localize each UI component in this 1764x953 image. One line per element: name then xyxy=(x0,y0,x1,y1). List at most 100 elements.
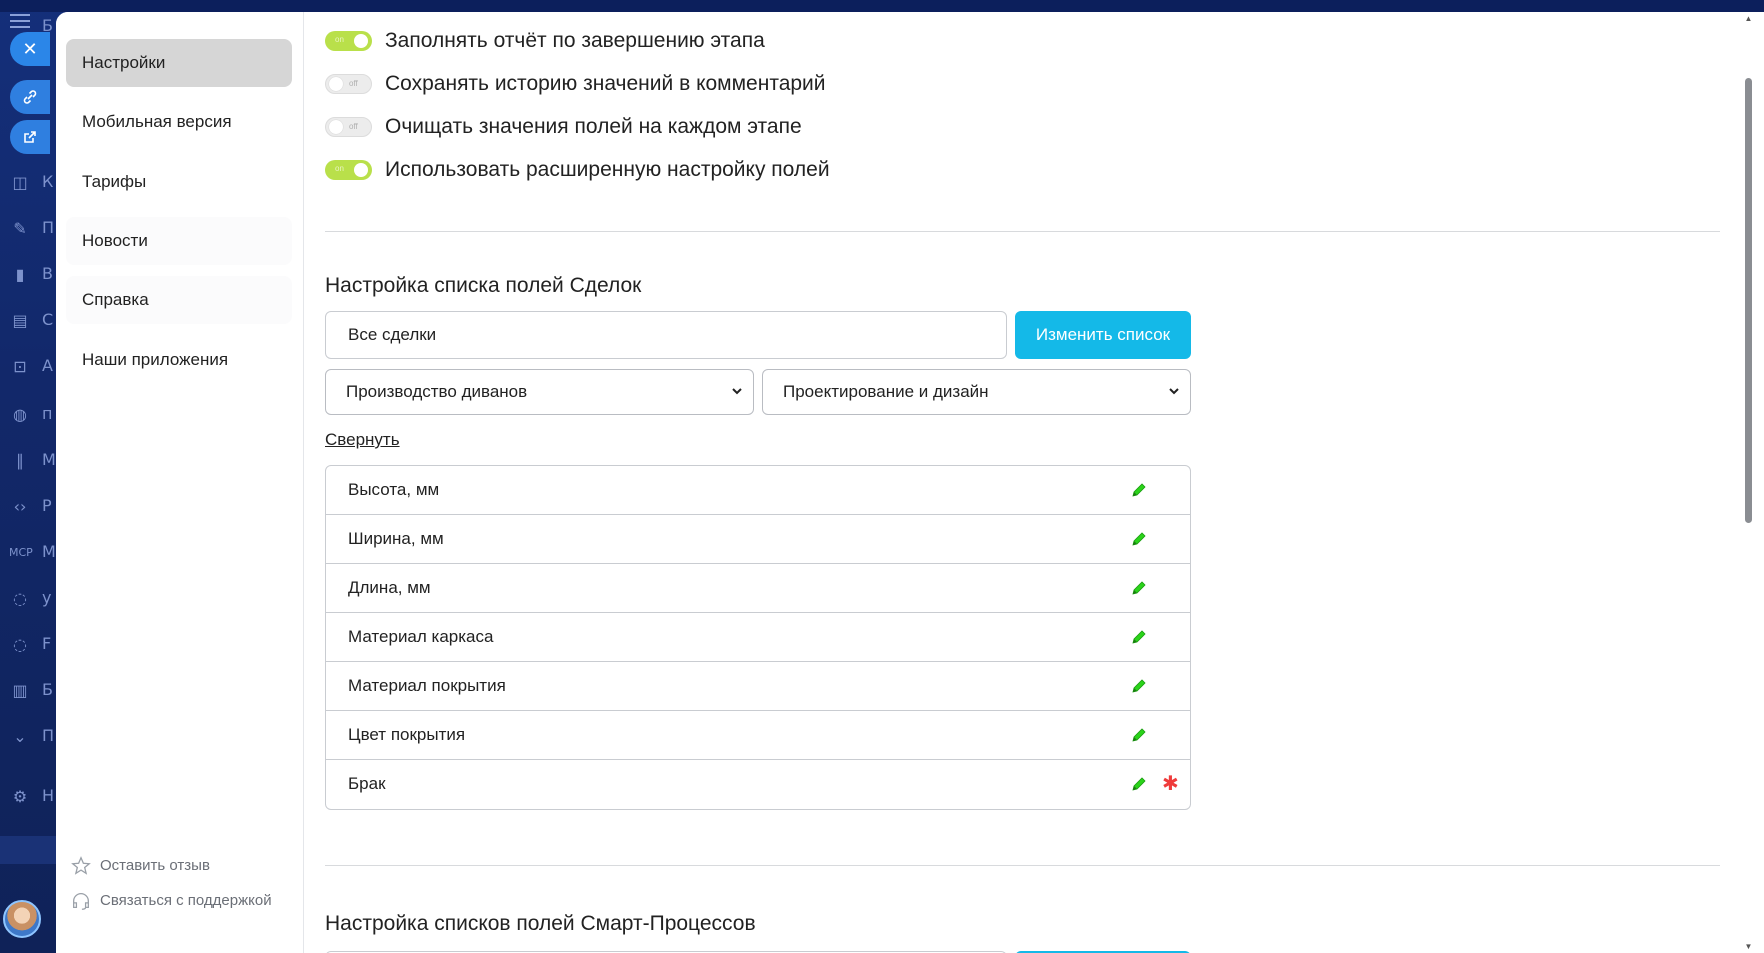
pipeline-select[interactable]: Производство диванов xyxy=(325,369,754,415)
sidebar-item-mobile[interactable]: Мобильная версия xyxy=(66,98,292,146)
pencil-icon[interactable] xyxy=(1130,628,1148,646)
rail-icon-9[interactable]: MCP xyxy=(9,542,33,564)
sidebar-item-tariffs[interactable]: Тарифы xyxy=(66,158,292,206)
divider xyxy=(325,231,1720,232)
table-row: Высота, мм xyxy=(326,466,1190,515)
toggle-row-clear: off Очищать значения полей на каждом эта… xyxy=(325,112,802,142)
chevron-down-icon xyxy=(1169,388,1179,395)
rail-icon-11[interactable]: ◌ xyxy=(9,634,31,656)
toggle-label: Заполнять отчёт по завершению этапа xyxy=(385,29,765,52)
rail-icon-4[interactable]: ▤ xyxy=(9,310,31,332)
rail-icon-1[interactable]: ◫ xyxy=(9,172,31,194)
background-rail-letter: у xyxy=(42,588,52,607)
stage-select-value: Проектирование и дизайн xyxy=(783,382,989,401)
toggle-label: Сохранять историю значений в комментарий xyxy=(385,72,826,95)
background-rail-letter: п xyxy=(42,404,53,423)
background-rail-letter: А xyxy=(42,356,53,375)
support-link[interactable]: Связаться с поддержкой xyxy=(70,889,272,913)
table-row: Брак ✱ xyxy=(326,760,1190,809)
field-name: Цвет покрытия xyxy=(348,725,466,744)
external-link-icon xyxy=(24,131,36,143)
background-rail-letter: К xyxy=(42,172,54,191)
rail-icon-8[interactable]: ‹› xyxy=(9,496,31,518)
toggle-state-label: on xyxy=(335,35,344,44)
background-topbar xyxy=(0,0,1764,12)
stage-select[interactable]: Проектирование и дизайн xyxy=(762,369,1191,415)
sidebar: Настройки Мобильная версия Тарифы Новост… xyxy=(56,12,304,953)
toggle-knob xyxy=(354,34,368,48)
scroll-down-icon[interactable]: ▼ xyxy=(1744,942,1753,951)
background-rail-letter: В xyxy=(42,264,53,283)
sidebar-item-settings[interactable]: Настройки xyxy=(66,39,292,87)
required-asterisk-icon[interactable]: ✱ xyxy=(1162,773,1182,793)
toggle-state-label: off xyxy=(349,122,358,131)
background-rail-letter: F xyxy=(42,634,52,653)
table-row: Материал покрытия xyxy=(326,662,1190,711)
background-rail-letter: М xyxy=(42,450,56,469)
scrollbar[interactable]: ▲ ▼ xyxy=(1744,12,1754,953)
main-content: on Заполнять отчёт по завершению этапа o… xyxy=(303,12,1754,953)
feedback-label: Оставить отзыв xyxy=(100,857,210,874)
pencil-icon[interactable] xyxy=(1130,775,1148,793)
avatar[interactable] xyxy=(3,900,41,938)
rail-icon-3[interactable]: ▮ xyxy=(9,264,31,286)
collapse-link[interactable]: Свернуть xyxy=(325,430,400,450)
pencil-icon[interactable] xyxy=(1130,481,1148,499)
link-button[interactable] xyxy=(10,80,50,114)
table-row: Ширина, мм xyxy=(326,515,1190,564)
field-name: Материал покрытия xyxy=(348,676,506,695)
toggle-state-label: off xyxy=(349,79,358,88)
feedback-link[interactable]: Оставить отзыв xyxy=(70,854,210,878)
toggle-knob xyxy=(329,120,343,134)
background-rail-letter: Р xyxy=(42,496,52,515)
scrollbar-thumb[interactable] xyxy=(1745,78,1752,523)
advanced-fields-toggle[interactable]: on xyxy=(325,160,372,180)
change-list-button[interactable]: Изменить список xyxy=(1015,311,1191,359)
field-name: Ширина, мм xyxy=(348,529,444,548)
toggle-state-label: on xyxy=(335,164,344,173)
sidebar-item-news[interactable]: Новости xyxy=(66,217,292,265)
field-name: Высота, мм xyxy=(348,480,440,499)
toggle-row-advanced: on Использовать расширенную настройку по… xyxy=(325,155,830,185)
background-rail-letter: П xyxy=(42,726,55,745)
rail-bar xyxy=(0,836,56,864)
divider xyxy=(325,865,1720,866)
deals-list-input[interactable]: Все сделки xyxy=(325,311,1007,359)
toggle-row-report: on Заполнять отчёт по завершению этапа xyxy=(325,26,765,56)
rail-icon-7[interactable]: ∥ xyxy=(9,450,31,472)
star-icon xyxy=(71,856,91,875)
settings-icon[interactable]: ⚙ xyxy=(9,786,31,808)
table-row: Длина, мм xyxy=(326,564,1190,613)
settings-panel: Настройки Мобильная версия Тарифы Новост… xyxy=(56,12,1764,953)
report-toggle[interactable]: on xyxy=(325,31,372,51)
pencil-icon[interactable] xyxy=(1130,579,1148,597)
pencil-icon[interactable] xyxy=(1130,677,1148,695)
chevron-down-icon xyxy=(732,388,742,395)
clear-values-toggle[interactable]: off xyxy=(325,117,372,137)
pencil-icon[interactable] xyxy=(1130,530,1148,548)
fields-table: Высота, мм Ширина, мм Длина, мм Материал… xyxy=(325,465,1191,810)
background-rail-letter: П xyxy=(42,218,55,237)
field-name: Брак xyxy=(348,774,386,793)
deals-section-title: Настройка списка полей Сделок xyxy=(325,274,642,297)
rail-icon-6[interactable]: ◍ xyxy=(9,404,31,426)
toggle-knob xyxy=(354,163,368,177)
scroll-up-icon[interactable]: ▲ xyxy=(1744,14,1753,23)
chevron-down-icon[interactable]: ⌄ xyxy=(9,726,31,748)
headset-icon xyxy=(73,893,89,910)
close-button[interactable]: ✕ xyxy=(10,32,50,66)
sidebar-item-help[interactable]: Справка xyxy=(66,276,292,324)
rail-icon-2[interactable]: ✎ xyxy=(9,218,31,240)
rail-icon-10[interactable]: ◌ xyxy=(9,588,31,610)
history-toggle[interactable]: off xyxy=(325,74,372,94)
background-rail-letter: М xyxy=(42,542,56,561)
external-link-button[interactable] xyxy=(10,120,50,154)
background-rail-letter: С xyxy=(42,310,54,329)
sidebar-item-our-apps[interactable]: Наши приложения xyxy=(66,336,292,384)
link-icon xyxy=(23,90,37,104)
rail-icon-5[interactable]: ⊡ xyxy=(9,356,31,378)
rail-icon-12[interactable]: ▥ xyxy=(9,680,31,702)
pencil-icon[interactable] xyxy=(1130,726,1148,744)
pipeline-select-value: Производство диванов xyxy=(346,382,528,401)
field-name: Длина, мм xyxy=(348,578,431,597)
